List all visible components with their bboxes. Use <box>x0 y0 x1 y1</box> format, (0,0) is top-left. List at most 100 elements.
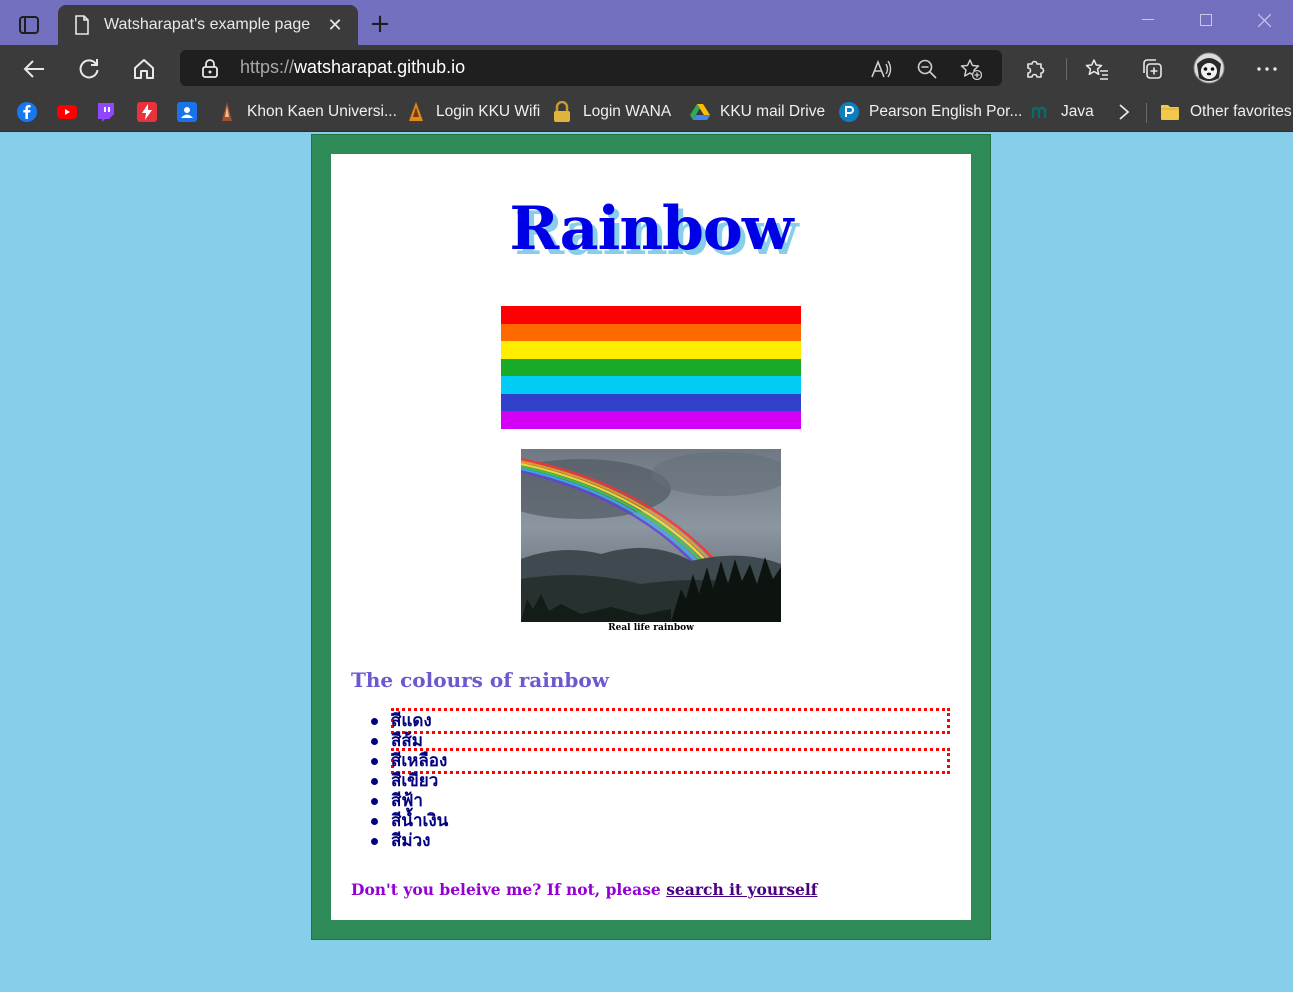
list-item: สีเหลือง <box>371 748 951 774</box>
fav-pearson-english[interactable]: Pearson English Por... <box>839 100 1022 124</box>
list-item: สีแดง <box>371 708 951 734</box>
list-item: สีเขียว <box>371 771 951 791</box>
maximize-button[interactable] <box>1177 0 1235 40</box>
refresh-icon <box>79 59 99 79</box>
settings-more-button[interactable] <box>1251 53 1283 85</box>
url-text[interactable]: https://watsharapat.github.io <box>240 57 465 78</box>
colours-subheading: The colours of rainbow <box>351 668 609 692</box>
refresh-button[interactable] <box>73 53 105 85</box>
home-button[interactable] <box>128 53 160 85</box>
content-frame: Rainbow Real life rainbow The colours of… <box>311 134 991 940</box>
rainbow-flag <box>501 306 801 429</box>
search-link[interactable]: search it yourself <box>666 880 817 899</box>
read-aloud-icon[interactable] <box>870 58 892 80</box>
colour-label: สีเขียว <box>391 771 439 791</box>
puzzle-icon <box>1027 60 1045 78</box>
favorites-star-icon <box>1085 59 1108 80</box>
url-scheme: https:// <box>240 57 295 77</box>
collections-icon <box>1143 59 1162 79</box>
list-item: สีน้ำเงิน <box>371 811 951 831</box>
fav-kku-mail-drive[interactable]: KKU mail Drive <box>690 100 825 124</box>
bullet <box>371 758 378 765</box>
fav-label: KKU mail Drive <box>720 103 826 120</box>
fav-label: Khon Kaen Universi... <box>247 103 397 120</box>
window-controls <box>1119 0 1293 40</box>
favorites-bar: Khon Kaen Universi... Login KKU Wifi Log… <box>0 92 1293 132</box>
bullet <box>371 778 378 785</box>
pearson-icon <box>839 102 859 122</box>
flag-stripe <box>501 323 801 342</box>
fav-label: Login WANA <box>583 103 672 120</box>
kku-wifi-icon <box>409 102 423 121</box>
flag-stripe <box>501 341 801 359</box>
fav-facebook[interactable] <box>17 100 37 124</box>
photo-caption: Real life rainbow <box>608 623 694 633</box>
fav-login-wana[interactable]: Login WANA <box>553 100 671 124</box>
extensions-button[interactable] <box>1019 53 1051 85</box>
padlock-icon <box>554 101 570 122</box>
more-dots-icon <box>1257 67 1277 71</box>
more-favorites-chevron[interactable] <box>1118 100 1130 124</box>
toolbar-divider <box>1066 58 1067 80</box>
zoom-out-icon[interactable] <box>916 58 938 80</box>
back-button[interactable] <box>18 53 50 85</box>
rainbow-photo <box>521 449 781 622</box>
close-window-button[interactable] <box>1235 0 1293 40</box>
twitch-icon <box>98 103 114 122</box>
colour-label: สีแดง <box>391 711 432 731</box>
flag-stripe <box>501 411 801 429</box>
fav-khon-kaen[interactable]: Khon Kaen Universi... <box>217 100 397 124</box>
colour-label: สีเหลือง <box>391 751 448 771</box>
bullet <box>371 718 378 725</box>
colour-label: สีฟ้า <box>391 791 423 811</box>
lock-icon[interactable] <box>202 59 218 78</box>
bullet <box>371 798 378 805</box>
youtube-icon <box>57 105 77 119</box>
collections-button[interactable] <box>1136 53 1168 85</box>
browser-titlebar: Watsharapat's example page ✕ + <box>0 0 1293 45</box>
tab-actions-icon[interactable] <box>12 12 46 38</box>
fav-label: Pearson English Por... <box>869 103 1023 120</box>
fav-label: Other favorites <box>1190 103 1292 120</box>
minimize-button[interactable] <box>1119 0 1177 40</box>
flag-stripe <box>501 393 801 412</box>
colour-label: สีน้ำเงิน <box>391 811 449 831</box>
fav-login-kku-wifi[interactable]: Login KKU Wifi <box>406 100 540 124</box>
photo-figure: Real life rainbow <box>521 449 781 633</box>
address-bar[interactable]: https://watsharapat.github.io <box>180 50 1002 86</box>
bullet <box>371 818 378 825</box>
browser-toolbar: https://watsharapat.github.io <box>0 45 1293 92</box>
fav-contacts[interactable] <box>177 100 197 124</box>
facebook-icon <box>17 102 37 122</box>
active-tab[interactable]: Watsharapat's example page ✕ <box>58 5 358 45</box>
bullet <box>371 738 378 745</box>
page-viewport[interactable]: Rainbow Real life rainbow The colours of… <box>0 133 1293 992</box>
closing-paragraph: Don't you beleive me? If not, please sea… <box>351 880 817 899</box>
tab-title: Watsharapat's example page <box>104 16 311 33</box>
chevron-right-icon <box>1119 104 1130 120</box>
back-arrow-icon <box>23 60 44 78</box>
fav-label: Login KKU Wifi <box>436 103 541 120</box>
flag-stripe <box>501 306 801 324</box>
list-item: สีฟ้า <box>371 791 951 811</box>
fav-twitch[interactable] <box>97 100 115 124</box>
fav-youtube[interactable] <box>57 100 77 124</box>
fav-flash[interactable] <box>137 100 157 124</box>
tab-close-icon[interactable]: ✕ <box>326 15 344 36</box>
fav-label: Java <box>1061 103 1094 120</box>
new-tab-button[interactable]: + <box>366 10 394 38</box>
add-favorite-icon[interactable] <box>960 58 982 80</box>
page-icon <box>75 15 89 35</box>
page-heading: Rainbow <box>509 194 793 264</box>
content-card: Rainbow Real life rainbow The colours of… <box>331 154 971 920</box>
contacts-icon <box>177 102 197 122</box>
favorites-button[interactable] <box>1081 53 1113 85</box>
flag-stripe <box>501 376 801 394</box>
fav-java[interactable]: Java <box>1031 100 1094 124</box>
profile-avatar[interactable] <box>1192 51 1226 85</box>
fav-other-favorites[interactable]: Other favorites <box>1160 100 1292 124</box>
colour-label: สีม่วง <box>391 831 431 851</box>
java-m-icon <box>1031 106 1047 118</box>
list-item: สีม่วง <box>371 831 951 851</box>
bullet <box>371 838 378 845</box>
